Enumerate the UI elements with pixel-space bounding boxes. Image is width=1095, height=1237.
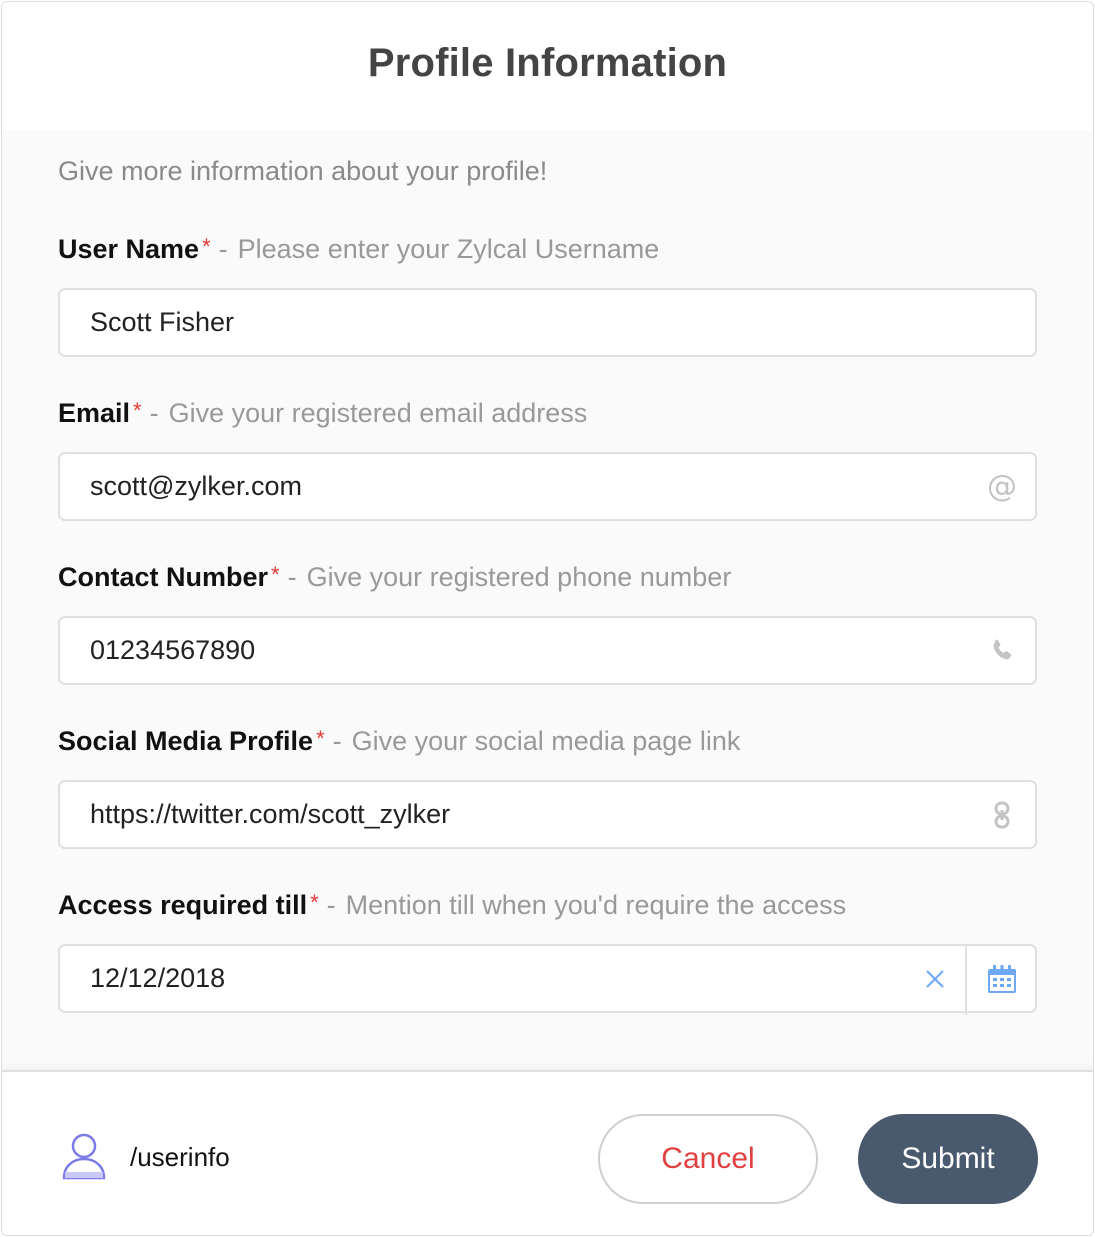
profile-form-card: Profile Information Give more informatio… — [1, 1, 1094, 1236]
page-title: Profile Information — [367, 40, 728, 85]
username-field-box — [58, 288, 1037, 357]
contact-number-hint: Give your registered phone number — [306, 562, 732, 592]
link-icon — [987, 800, 1017, 830]
social-media-label: Social Media Profile * - Give your social m… — [58, 726, 741, 756]
date-input[interactable] — [60, 946, 940, 1011]
date-field-box — [58, 944, 1037, 1015]
social-media-field-box — [58, 780, 1037, 849]
required-mark: * — [133, 398, 142, 423]
required-mark: * — [310, 890, 319, 915]
contact-number-label: Contact Number * - Give your registered pho… — [58, 562, 732, 592]
phone-icon — [987, 636, 1017, 666]
route-path: /userinfo — [130, 1142, 230, 1172]
access-till-label: Access required till * - Mention till when … — [58, 890, 847, 920]
user-icon — [60, 1132, 108, 1182]
date-divider — [965, 944, 967, 1015]
required-mark: * — [316, 726, 325, 751]
social-media-input[interactable] — [60, 782, 940, 847]
email-label: Email * - Give your registered email addres… — [58, 398, 588, 428]
access-till-hint: Mention till when you'd require the acce… — [345, 890, 847, 920]
form-footer: /userinfo Cancel Submit — [2, 1062, 1093, 1235]
username-hint: Please enter your Zylcal Username — [237, 234, 660, 264]
form-header: Profile Information — [2, 2, 1093, 130]
at-icon: @ — [987, 468, 1017, 504]
email-input[interactable] — [60, 454, 940, 519]
contact-number-field-box — [58, 616, 1037, 685]
footer-shadow — [2, 1062, 1093, 1072]
contact-number-input[interactable] — [60, 618, 940, 683]
form-intro: Give more information about your profile… — [58, 156, 548, 186]
username-label: User Name * - Please enter your Zylcal User… — [58, 234, 660, 264]
submit-button[interactable]: Submit — [858, 1114, 1038, 1204]
email-hint: Give your registered email address — [168, 398, 588, 428]
required-mark: * — [202, 234, 211, 259]
username-input[interactable] — [60, 290, 940, 355]
required-mark: * — [271, 562, 280, 587]
email-field-box: @ — [58, 452, 1037, 521]
clear-icon[interactable] — [923, 967, 947, 991]
cancel-button[interactable]: Cancel — [598, 1114, 818, 1204]
form-body: Give more information about your profile… — [2, 130, 1093, 1070]
calendar-icon[interactable] — [985, 962, 1019, 996]
social-media-hint: Give your social media page link — [351, 726, 741, 756]
